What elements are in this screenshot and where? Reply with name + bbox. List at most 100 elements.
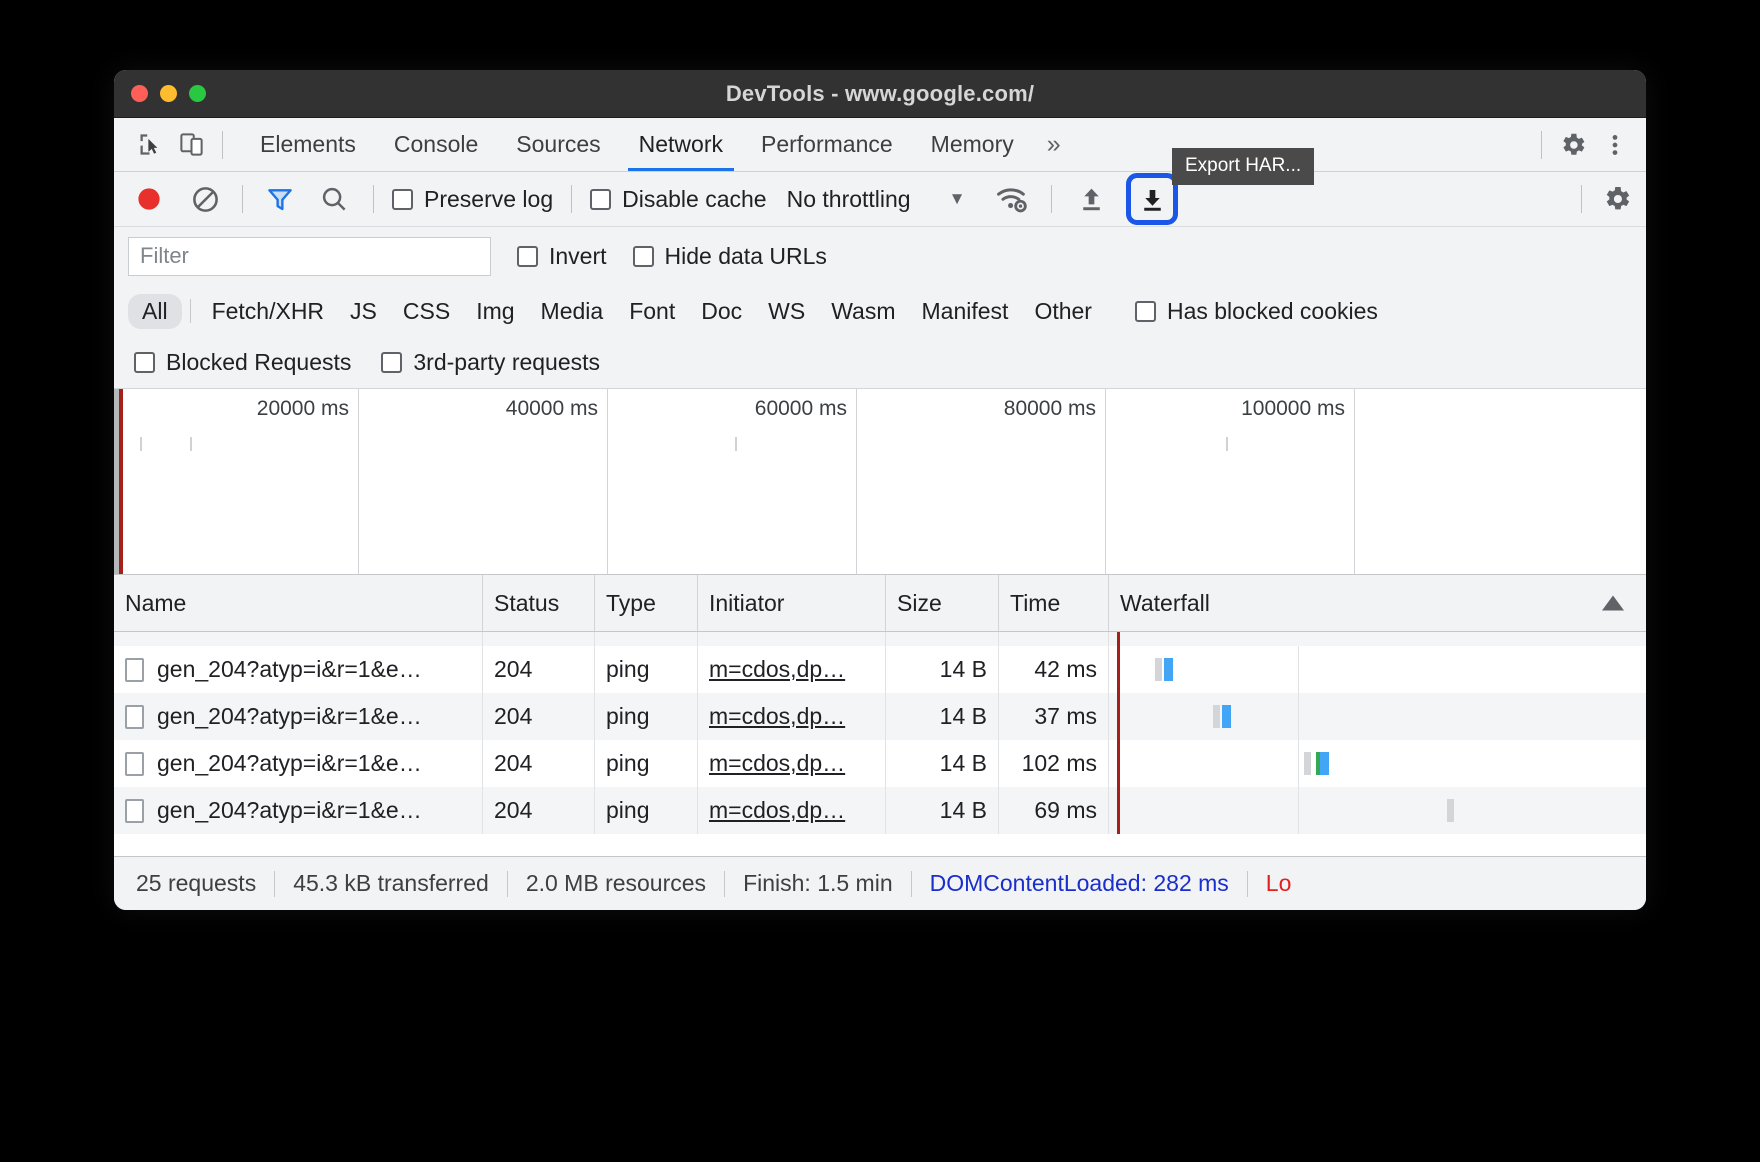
cell-name[interactable]: gen_204?atyp=i&r=1&e… [114,787,483,834]
overview-cell-3: 60000 ms [608,389,857,574]
more-tabs-chevron-icon[interactable]: » [1033,118,1075,171]
has-blocked-cookies-checkbox[interactable]: Has blocked cookies [1134,297,1378,325]
type-filter-font[interactable]: Font [616,294,688,329]
inspect-element-icon[interactable] [128,124,170,166]
table-row[interactable] [114,632,1646,646]
devtools-window: DevTools - www.google.com/ Elements Cons… [114,70,1646,910]
row-checkbox-icon[interactable] [125,657,144,682]
tab-console[interactable]: Console [375,118,497,171]
row-checkbox-icon[interactable] [125,704,144,729]
type-filter-media[interactable]: Media [528,294,617,329]
cell-initiator-link[interactable]: m=cdos,dp… [709,703,845,730]
overview-request-mark [140,437,142,451]
type-filter-other[interactable]: Other [1021,294,1105,329]
maximize-window-button[interactable] [189,85,206,102]
cell-name[interactable]: gen_204?atyp=i&r=1&e… [114,740,483,787]
table-row[interactable]: gen_204?atyp=i&r=1&e… 204 ping m=cdos,dp… [114,787,1646,834]
cell-type: ping [595,740,698,787]
filter-input[interactable]: Filter [128,236,491,276]
has-blocked-cookies-box[interactable] [1134,300,1156,322]
tab-elements[interactable]: Elements [241,118,375,171]
table-body[interactable]: gen_204?atyp=i&r=1&e… 204 ping m=cdos,dp… [114,632,1646,856]
cell-initiator-link[interactable]: m=cdos,dp… [709,750,845,777]
tab-sources[interactable]: Sources [497,118,619,171]
type-filter-js[interactable]: JS [337,294,390,329]
disable-cache-checkbox[interactable]: Disable cache [590,186,767,213]
column-header-type[interactable]: Type [595,575,698,631]
cell-initiator-link[interactable]: m=cdos,dp… [709,656,845,683]
table-row[interactable]: gen_204?atyp=i&r=1&e… 204 ping m=cdos,dp… [114,693,1646,740]
clear-icon[interactable] [184,178,226,220]
type-filter-wasm[interactable]: Wasm [818,294,908,329]
window-title: DevTools - www.google.com/ [725,80,1035,106]
chevron-down-icon[interactable]: ▼ [949,189,966,209]
tab-memory-label: Memory [930,131,1014,157]
row-checkbox-icon[interactable] [125,798,144,823]
minimize-window-button[interactable] [160,85,177,102]
record-icon[interactable] [128,178,170,220]
devtools-panel-tabbar: Elements Console Sources Network Perform… [114,118,1646,172]
table-row[interactable]: gen_204?atyp=i&r=1&e… 204 ping m=cdos,dp… [114,646,1646,693]
cell-initiator[interactable]: m=cdos,dp… [698,740,886,787]
network-settings-gear-icon[interactable] [1596,178,1638,220]
overview-tick-label-60000: 60000 ms [754,397,847,420]
type-filter-doc[interactable]: Doc [688,294,755,329]
column-header-waterfall[interactable]: Waterfall [1109,575,1646,631]
tab-elements-label: Elements [260,131,356,157]
gear-icon[interactable] [1552,124,1594,166]
cell-name[interactable]: gen_204?atyp=i&r=1&e… [114,646,483,693]
status-dom-content-loaded: DOMContentLoaded: 282 ms [929,870,1229,896]
type-filter-img[interactable]: Img [463,294,527,329]
third-party-requests-label: 3rd-party requests [413,349,601,375]
column-header-size[interactable]: Size [886,575,999,631]
type-filter-fetch-xhr[interactable]: Fetch/XHR [199,294,337,329]
column-header-name[interactable]: Name [114,575,483,631]
row-checkbox-icon[interactable] [125,751,144,776]
search-icon[interactable] [313,178,355,220]
wifi-settings-icon[interactable] [991,178,1033,220]
filter-icon[interactable] [259,178,301,220]
cell-name[interactable]: gen_204?atyp=i&r=1&e… [114,693,483,740]
tab-console-label: Console [393,131,479,157]
preserve-log-label: Preserve log [424,185,554,212]
column-header-time[interactable]: Time [999,575,1109,631]
disable-cache-box[interactable] [590,188,612,210]
table-row[interactable]: gen_204?atyp=i&r=1&e… 204 ping m=cdos,dp… [114,740,1646,787]
tab-network[interactable]: Network [620,118,742,171]
cell-initiator-link[interactable]: m=cdos,dp… [709,797,845,824]
column-header-initiator[interactable]: Initiator [698,575,886,631]
type-filter-manifest[interactable]: Manifest [909,294,1022,329]
invert-checkbox[interactable]: Invert [517,243,607,270]
tab-performance[interactable]: Performance [742,118,912,171]
column-header-status[interactable]: Status [483,575,595,631]
upload-arrow-icon[interactable] [1070,178,1112,220]
tab-memory[interactable]: Memory [912,118,1033,171]
network-status-bar: 25 requests 45.3 kB transferred 2.0 MB r… [114,856,1646,910]
cell-initiator[interactable]: m=cdos,dp… [698,646,886,693]
type-filter-ws[interactable]: WS [755,294,818,329]
type-filter-all[interactable]: All [128,293,182,329]
throttling-select[interactable]: No throttling [787,186,911,213]
device-toolbar-icon[interactable] [170,124,212,166]
preserve-log-checkbox[interactable]: Preserve log [392,186,553,213]
export-har-button[interactable] [1126,173,1179,225]
hide-data-urls-box[interactable] [632,245,654,267]
cell-waterfall [1109,787,1646,834]
blocked-requests-box[interactable] [134,352,155,373]
cell-name-label: gen_204?atyp=i&r=1&e… [157,656,422,682]
close-window-button[interactable] [131,85,148,102]
overview-body[interactable]: 20000 ms 40000 ms 60000 ms 80000 ms 1000… [119,389,1646,574]
status-transferred: 45.3 kB transferred [293,870,489,896]
third-party-requests-checkbox[interactable]: 3rd-party requests [381,349,600,376]
third-party-requests-box[interactable] [381,352,403,373]
has-blocked-cookies-label: Has blocked cookies [1166,297,1378,324]
invert-box[interactable] [517,245,538,267]
preserve-log-box[interactable] [392,188,413,210]
cell-initiator[interactable]: m=cdos,dp… [698,693,886,740]
type-filter-css[interactable]: CSS [390,294,463,329]
cell-initiator[interactable]: m=cdos,dp… [698,787,886,834]
blocked-requests-checkbox[interactable]: Blocked Requests [134,349,351,376]
kebab-menu-icon[interactable] [1594,124,1636,166]
hide-data-urls-checkbox[interactable]: Hide data URLs [632,243,827,270]
network-overview-timeline[interactable]: 20000 ms 40000 ms 60000 ms 80000 ms 1000… [114,389,1646,575]
